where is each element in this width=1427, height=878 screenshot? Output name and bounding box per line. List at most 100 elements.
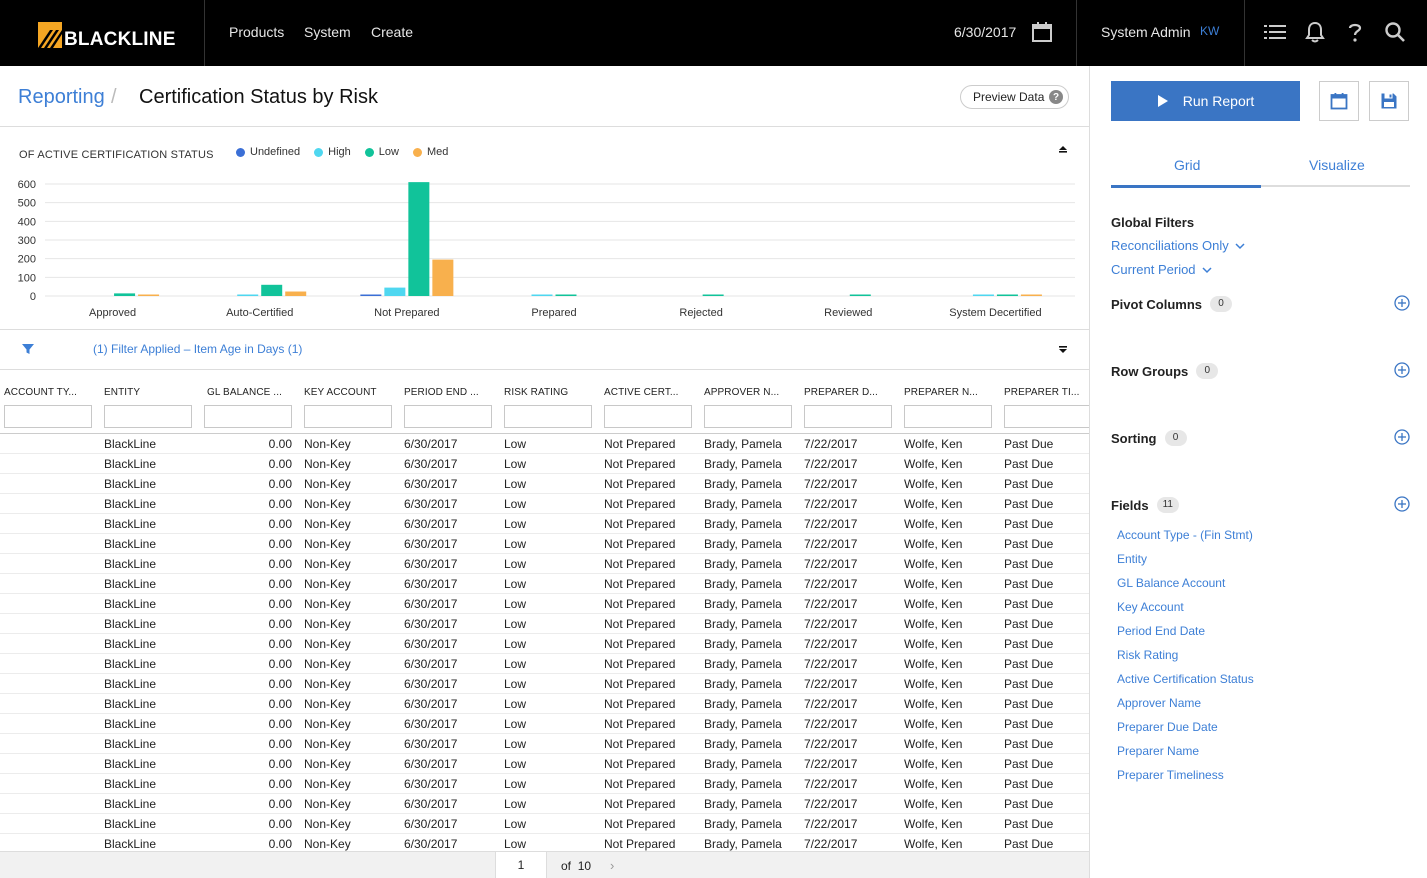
column-filter-input[interactable] — [404, 405, 492, 428]
add-sorting-icon[interactable] — [1394, 429, 1410, 445]
column-filter-input[interactable] — [1004, 405, 1089, 428]
column-filter-input[interactable] — [304, 405, 392, 428]
table-cell: Not Prepared — [604, 497, 676, 511]
column-header[interactable]: ACTIVE CERT... — [604, 387, 679, 398]
table-row[interactable]: BlackLine 0.00 Non-Key 6/30/2017 Low Not Prep… — [0, 454, 1089, 474]
field-item[interactable]: Approver Name — [1117, 696, 1201, 710]
column-filter-input[interactable] — [204, 405, 292, 428]
table-row[interactable]: BlackLine 0.00 Non-Key 6/30/2017 Low Not Prep… — [0, 554, 1089, 574]
field-item[interactable]: Preparer Timeliness — [1117, 768, 1224, 782]
table-row[interactable]: BlackLine 0.00 Non-Key 6/30/2017 Low Not Prep… — [0, 574, 1089, 594]
table-cell: Non-Key — [304, 437, 351, 451]
table-row[interactable]: BlackLine 0.00 Non-Key 6/30/2017 Low Not Prep… — [0, 494, 1089, 514]
tab-visualize[interactable]: Visualize — [1309, 157, 1365, 173]
field-item[interactable]: Active Certification Status — [1117, 672, 1254, 686]
nav-system[interactable]: System — [304, 24, 351, 40]
legend-item-low[interactable]: Low — [364, 146, 399, 158]
collapse-up-icon[interactable] — [1056, 142, 1070, 156]
field-item[interactable]: Key Account — [1117, 600, 1184, 614]
question-icon[interactable]: ? — [1049, 90, 1063, 104]
help-icon[interactable] — [1343, 20, 1367, 44]
legend-item-undefined[interactable]: Undefined — [236, 146, 300, 158]
table-row[interactable]: BlackLine 0.00 Non-Key 6/30/2017 Low Not Prep… — [0, 474, 1089, 494]
column-header[interactable]: RISK RATING — [504, 387, 568, 398]
preview-data-button[interactable]: Preview Data ? — [960, 85, 1069, 109]
legend-item-med[interactable]: Med — [412, 146, 448, 158]
column-filter-input[interactable] — [604, 405, 692, 428]
column-header[interactable]: GL BALANCE ... — [207, 387, 282, 398]
nav-products[interactable]: Products — [229, 24, 284, 40]
filter-icon[interactable] — [21, 342, 35, 356]
table-row[interactable]: BlackLine 0.00 Non-Key 6/30/2017 Low Not Prep… — [0, 834, 1089, 851]
column-header[interactable]: ACCOUNT TY... — [4, 387, 77, 398]
table-row[interactable]: BlackLine 0.00 Non-Key 6/30/2017 Low Not Prep… — [0, 594, 1089, 614]
table-row[interactable]: BlackLine 0.00 Non-Key 6/30/2017 Low Not Prep… — [0, 434, 1089, 454]
column-header[interactable]: ENTITY — [104, 387, 140, 398]
bell-icon[interactable] — [1303, 20, 1327, 44]
table-row[interactable]: BlackLine 0.00 Non-Key 6/30/2017 Low Not Prep… — [0, 634, 1089, 654]
column-filter-input[interactable] — [704, 405, 792, 428]
table-cell: Low — [504, 717, 527, 731]
field-item[interactable]: Entity — [1117, 552, 1147, 566]
blackline-logo[interactable]: BLACKLINE — [38, 19, 176, 51]
table-cell: Past Due — [1004, 457, 1054, 471]
field-item[interactable]: Account Type - (Fin Stmt) — [1117, 528, 1253, 542]
add-field-icon[interactable] — [1394, 496, 1410, 512]
column-header[interactable]: APPROVER N... — [704, 387, 779, 398]
table-row[interactable]: BlackLine 0.00 Non-Key 6/30/2017 Low Not Prep… — [0, 714, 1089, 734]
table-row[interactable]: BlackLine 0.00 Non-Key 6/30/2017 Low Not Prep… — [0, 674, 1089, 694]
field-item[interactable]: Preparer Due Date — [1117, 720, 1218, 734]
column-filter-input[interactable] — [804, 405, 892, 428]
table-row[interactable]: BlackLine 0.00 Non-Key 6/30/2017 Low Not Prep… — [0, 694, 1089, 714]
column-header[interactable]: PREPARER N... — [904, 387, 978, 398]
add-row-group-icon[interactable] — [1394, 362, 1410, 378]
field-item[interactable]: GL Balance Account — [1117, 576, 1225, 590]
list-icon[interactable] — [1263, 20, 1287, 44]
table-row[interactable]: BlackLine 0.00 Non-Key 6/30/2017 Low Not Prep… — [0, 754, 1089, 774]
column-filter-input[interactable] — [4, 405, 92, 428]
y-tick-label: 0 — [30, 291, 36, 303]
legend-item-high[interactable]: High — [314, 146, 351, 158]
add-pivot-column-icon[interactable] — [1394, 295, 1410, 311]
table-row[interactable]: BlackLine 0.00 Non-Key 6/30/2017 Low Not Prep… — [0, 734, 1089, 754]
next-page-icon[interactable]: › — [610, 858, 614, 873]
filter-current-period[interactable]: Current Period — [1111, 262, 1212, 277]
page-of-label: of — [561, 859, 572, 873]
nav-create[interactable]: Create — [371, 24, 413, 40]
calendar-icon[interactable] — [1030, 20, 1054, 44]
table-row[interactable]: BlackLine 0.00 Non-Key 6/30/2017 Low Not Prep… — [0, 794, 1089, 814]
table-row[interactable]: BlackLine 0.00 Non-Key 6/30/2017 Low Not Prep… — [0, 514, 1089, 534]
field-item[interactable]: Preparer Name — [1117, 744, 1199, 758]
page-number-input[interactable]: 1 — [495, 852, 547, 878]
schedule-button[interactable] — [1319, 81, 1359, 121]
logo-mark-icon — [38, 22, 62, 48]
run-report-button[interactable]: Run Report — [1111, 81, 1300, 121]
user-initials[interactable]: KW — [1200, 24, 1219, 38]
tab-grid[interactable]: Grid — [1174, 157, 1200, 173]
table-cell: 7/22/2017 — [804, 837, 858, 851]
column-filter-input[interactable] — [904, 405, 992, 428]
column-filter-input[interactable] — [504, 405, 592, 428]
field-item[interactable]: Period End Date — [1117, 624, 1205, 638]
column-header[interactable]: PERIOD END ... — [404, 387, 479, 398]
table-row[interactable]: BlackLine 0.00 Non-Key 6/30/2017 Low Not Prep… — [0, 814, 1089, 834]
user-name[interactable]: System Admin — [1101, 24, 1190, 40]
table-cell: Brady, Pamela — [704, 537, 782, 551]
column-header[interactable]: PREPARER TI... — [1004, 387, 1080, 398]
column-header[interactable]: KEY ACCOUNT — [304, 387, 377, 398]
table-cell: Brady, Pamela — [704, 457, 782, 471]
filter-reconciliations-only[interactable]: Reconciliations Only — [1111, 238, 1245, 253]
table-row[interactable]: BlackLine 0.00 Non-Key 6/30/2017 Low Not Prep… — [0, 654, 1089, 674]
table-row[interactable]: BlackLine 0.00 Non-Key 6/30/2017 Low Not Prep… — [0, 534, 1089, 554]
field-item[interactable]: Risk Rating — [1117, 648, 1178, 662]
breadcrumb-reporting[interactable]: Reporting — [18, 86, 105, 109]
column-filter-input[interactable] — [104, 405, 192, 428]
search-icon[interactable] — [1383, 20, 1407, 44]
table-row[interactable]: BlackLine 0.00 Non-Key 6/30/2017 Low Not Prep… — [0, 774, 1089, 794]
table-row[interactable]: BlackLine 0.00 Non-Key 6/30/2017 Low Not Prep… — [0, 614, 1089, 634]
filter-applied-link[interactable]: (1) Filter Applied – Item Age in Days (1… — [93, 342, 302, 356]
collapse-down-icon[interactable] — [1056, 343, 1070, 357]
save-button[interactable] — [1369, 81, 1409, 121]
page-count: 10 — [577, 859, 592, 873]
column-header[interactable]: PREPARER D... — [804, 387, 878, 398]
